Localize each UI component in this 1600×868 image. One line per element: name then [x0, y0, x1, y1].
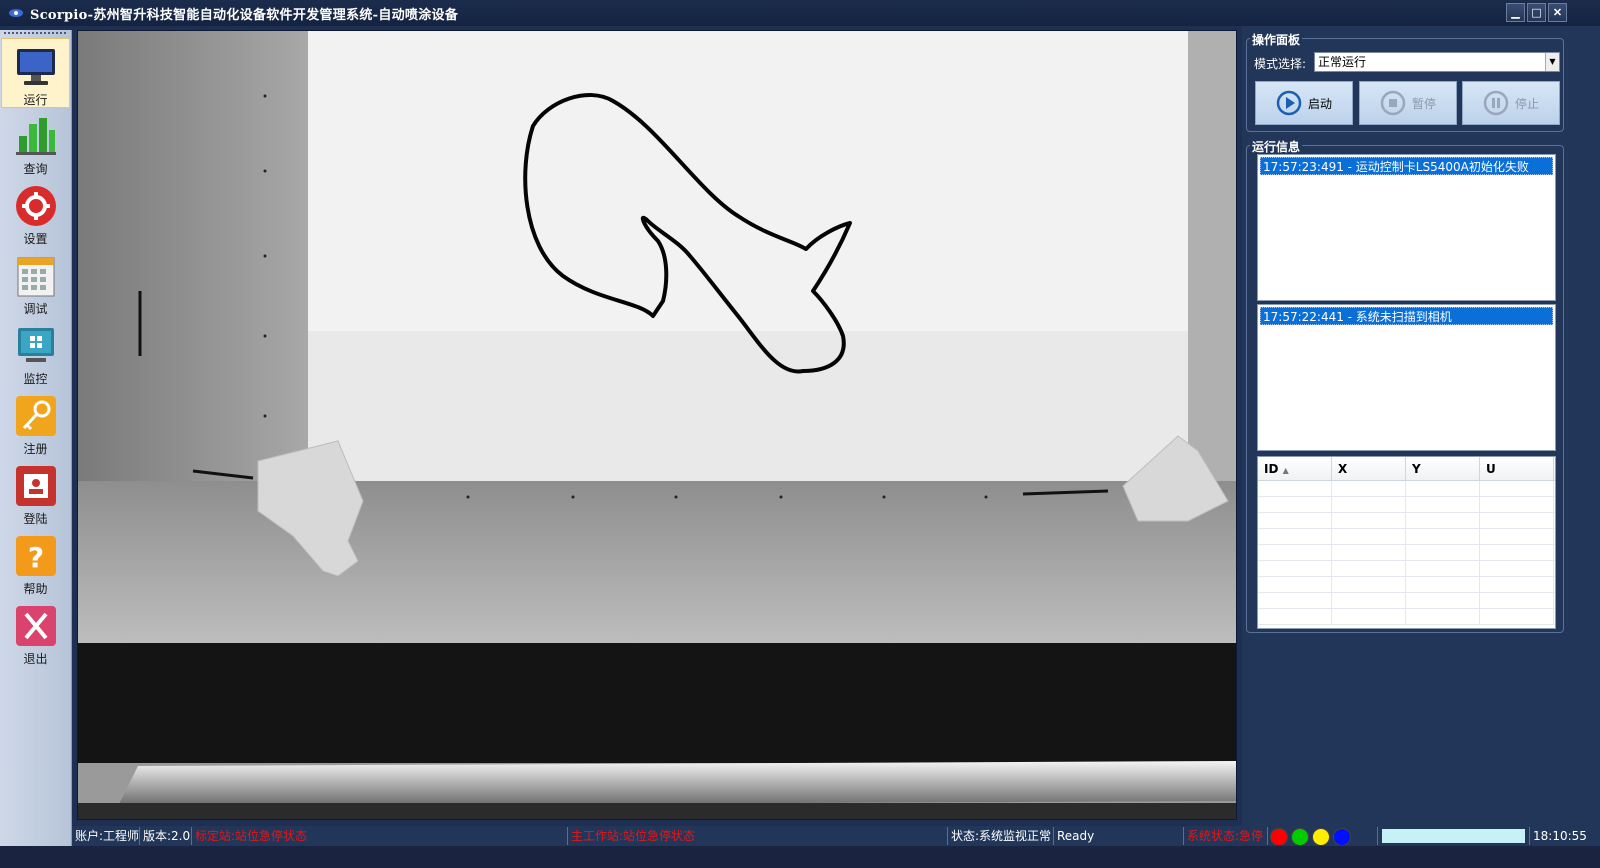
sidebar-grip	[4, 32, 66, 34]
table-row	[1258, 577, 1555, 593]
sidebar-item-monitor[interactable]: 监控	[1, 318, 70, 388]
start-button-label: 启动	[1307, 96, 1332, 111]
table-row	[1258, 497, 1555, 513]
sidebar-item-exit[interactable]: 退出	[1, 598, 70, 668]
sidebar-item-label: 设置	[23, 232, 48, 246]
status-version: 版本:2.0	[140, 827, 192, 845]
operation-panel-title: 操作面板	[1250, 31, 1303, 48]
mode-label: 模式选择:	[1254, 57, 1307, 71]
sidebar-item-login[interactable]: 登陆	[1, 458, 70, 528]
status-state: 状态:系统监视正常	[948, 827, 1054, 845]
windows-monitor-icon	[17, 328, 54, 362]
window-title: Scorpio-苏州智升科技智能自动化设备软件开发管理系统-自动喷涂设备	[30, 7, 459, 23]
sidebar-item-label: 调试	[23, 302, 48, 316]
mode-select-value: 正常运行	[1318, 55, 1367, 69]
sidebar-item-label: 监控	[23, 372, 48, 386]
title-bar: Scorpio-苏州智升科技智能自动化设备软件开发管理系统-自动喷涂设备 ▁ □…	[0, 0, 1600, 26]
sidebar-item-label: 帮助	[23, 582, 48, 596]
sidebar-item-label: 运行	[23, 93, 48, 107]
progress-bar	[1382, 829, 1525, 843]
monitor-icon	[16, 49, 55, 85]
table-row	[1258, 545, 1555, 561]
red-led-icon	[1270, 827, 1288, 845]
status-ready: Ready	[1054, 827, 1184, 845]
status-main-station: 主工作站:站位急停状态	[568, 827, 948, 845]
sidebar-item-run[interactable]: 运行	[1, 38, 70, 108]
sidebar-item-label: 退出	[23, 652, 48, 666]
log-entry[interactable]: 17:57:22:441 - 系统未扫描到相机	[1260, 307, 1553, 325]
sort-asc-icon: ▲	[1282, 466, 1289, 475]
sidebar-item-register[interactable]: 注册	[1, 388, 70, 458]
scorpio-logo-icon	[9, 9, 23, 17]
play-icon	[1276, 90, 1302, 116]
sidebar-item-label: 查询	[23, 162, 48, 176]
coordinate-grid[interactable]: ID ▲ X Y U	[1257, 456, 1556, 629]
chevron-down-icon[interactable]: ▼	[1545, 53, 1559, 71]
sidebar-item-settings[interactable]: 设置	[1, 178, 70, 248]
status-leds	[1268, 827, 1378, 845]
maximize-button[interactable]: □	[1527, 3, 1546, 22]
table-row	[1258, 529, 1555, 545]
grid-header: ID ▲ X Y U	[1258, 457, 1555, 481]
status-system-state: 系统状态:急停	[1184, 827, 1268, 845]
green-led-icon	[1291, 827, 1309, 845]
column-header-u[interactable]: U	[1480, 457, 1554, 480]
minimize-button[interactable]: ▁	[1506, 3, 1525, 22]
sidebar-item-debug[interactable]: 调试	[1, 248, 70, 318]
sidebar-item-help[interactable]: ? 帮助	[1, 528, 70, 598]
table-row	[1258, 513, 1555, 529]
column-header-y[interactable]: Y	[1406, 457, 1480, 480]
table-row	[1258, 561, 1555, 577]
sidebar-item-label: 注册	[23, 442, 48, 456]
run-info-title: 运行信息	[1250, 138, 1303, 155]
status-account: 账户:工程师	[72, 827, 140, 845]
log-list-1[interactable]: 17:57:23:491 - 运动控制卡LS5400A初始化失败	[1257, 154, 1556, 301]
table-row	[1258, 609, 1555, 625]
pause-button[interactable]: 暂停	[1359, 81, 1457, 125]
sidebar-item-label: 登陆	[23, 512, 48, 526]
pause-button-label: 暂停	[1411, 96, 1436, 111]
table-row	[1258, 593, 1555, 609]
gear-icon	[15, 186, 56, 226]
stop-button[interactable]: 停止	[1462, 81, 1560, 125]
start-button[interactable]: 启动	[1255, 81, 1353, 125]
sidebar: 运行 查询 设置 调试 监控 注册 登陆 ? 帮助 退出	[0, 30, 72, 846]
column-header-x[interactable]: X	[1332, 457, 1406, 480]
help-icon: ?	[15, 536, 56, 576]
yellow-led-icon	[1312, 827, 1330, 845]
calculator-icon	[17, 257, 54, 297]
login-card-icon	[15, 466, 56, 506]
log-list-2[interactable]: 17:57:22:441 - 系统未扫描到相机	[1257, 304, 1556, 451]
close-button[interactable]: ✕	[1548, 3, 1567, 22]
status-progress	[1378, 827, 1530, 845]
bottom-strip	[0, 846, 1600, 868]
status-calib-station: 标定站:站位急停状态	[192, 827, 568, 845]
mode-select[interactable]: 正常运行 ▼	[1314, 52, 1560, 72]
bar-chart-icon	[15, 118, 56, 155]
stop-square-icon	[1380, 90, 1406, 116]
exit-icon	[15, 606, 56, 646]
stop-button-label: 停止	[1514, 96, 1539, 111]
status-bar: 账户:工程师 版本:2.0 标定站:站位急停状态 主工作站:站位急停状态 状态:…	[72, 826, 1600, 846]
column-header-id[interactable]: ID ▲	[1258, 457, 1332, 480]
key-icon	[15, 396, 56, 436]
pause-icon	[1483, 90, 1509, 116]
blue-led-icon	[1333, 827, 1351, 845]
status-time: 18:10:55	[1533, 829, 1587, 843]
table-row	[1258, 481, 1555, 497]
camera-view	[77, 30, 1237, 820]
svg-text:?: ?	[27, 541, 43, 574]
sidebar-item-query[interactable]: 查询	[1, 108, 70, 178]
log-entry[interactable]: 17:57:23:491 - 运动控制卡LS5400A初始化失败	[1260, 157, 1553, 175]
camera-image	[78, 31, 1236, 819]
